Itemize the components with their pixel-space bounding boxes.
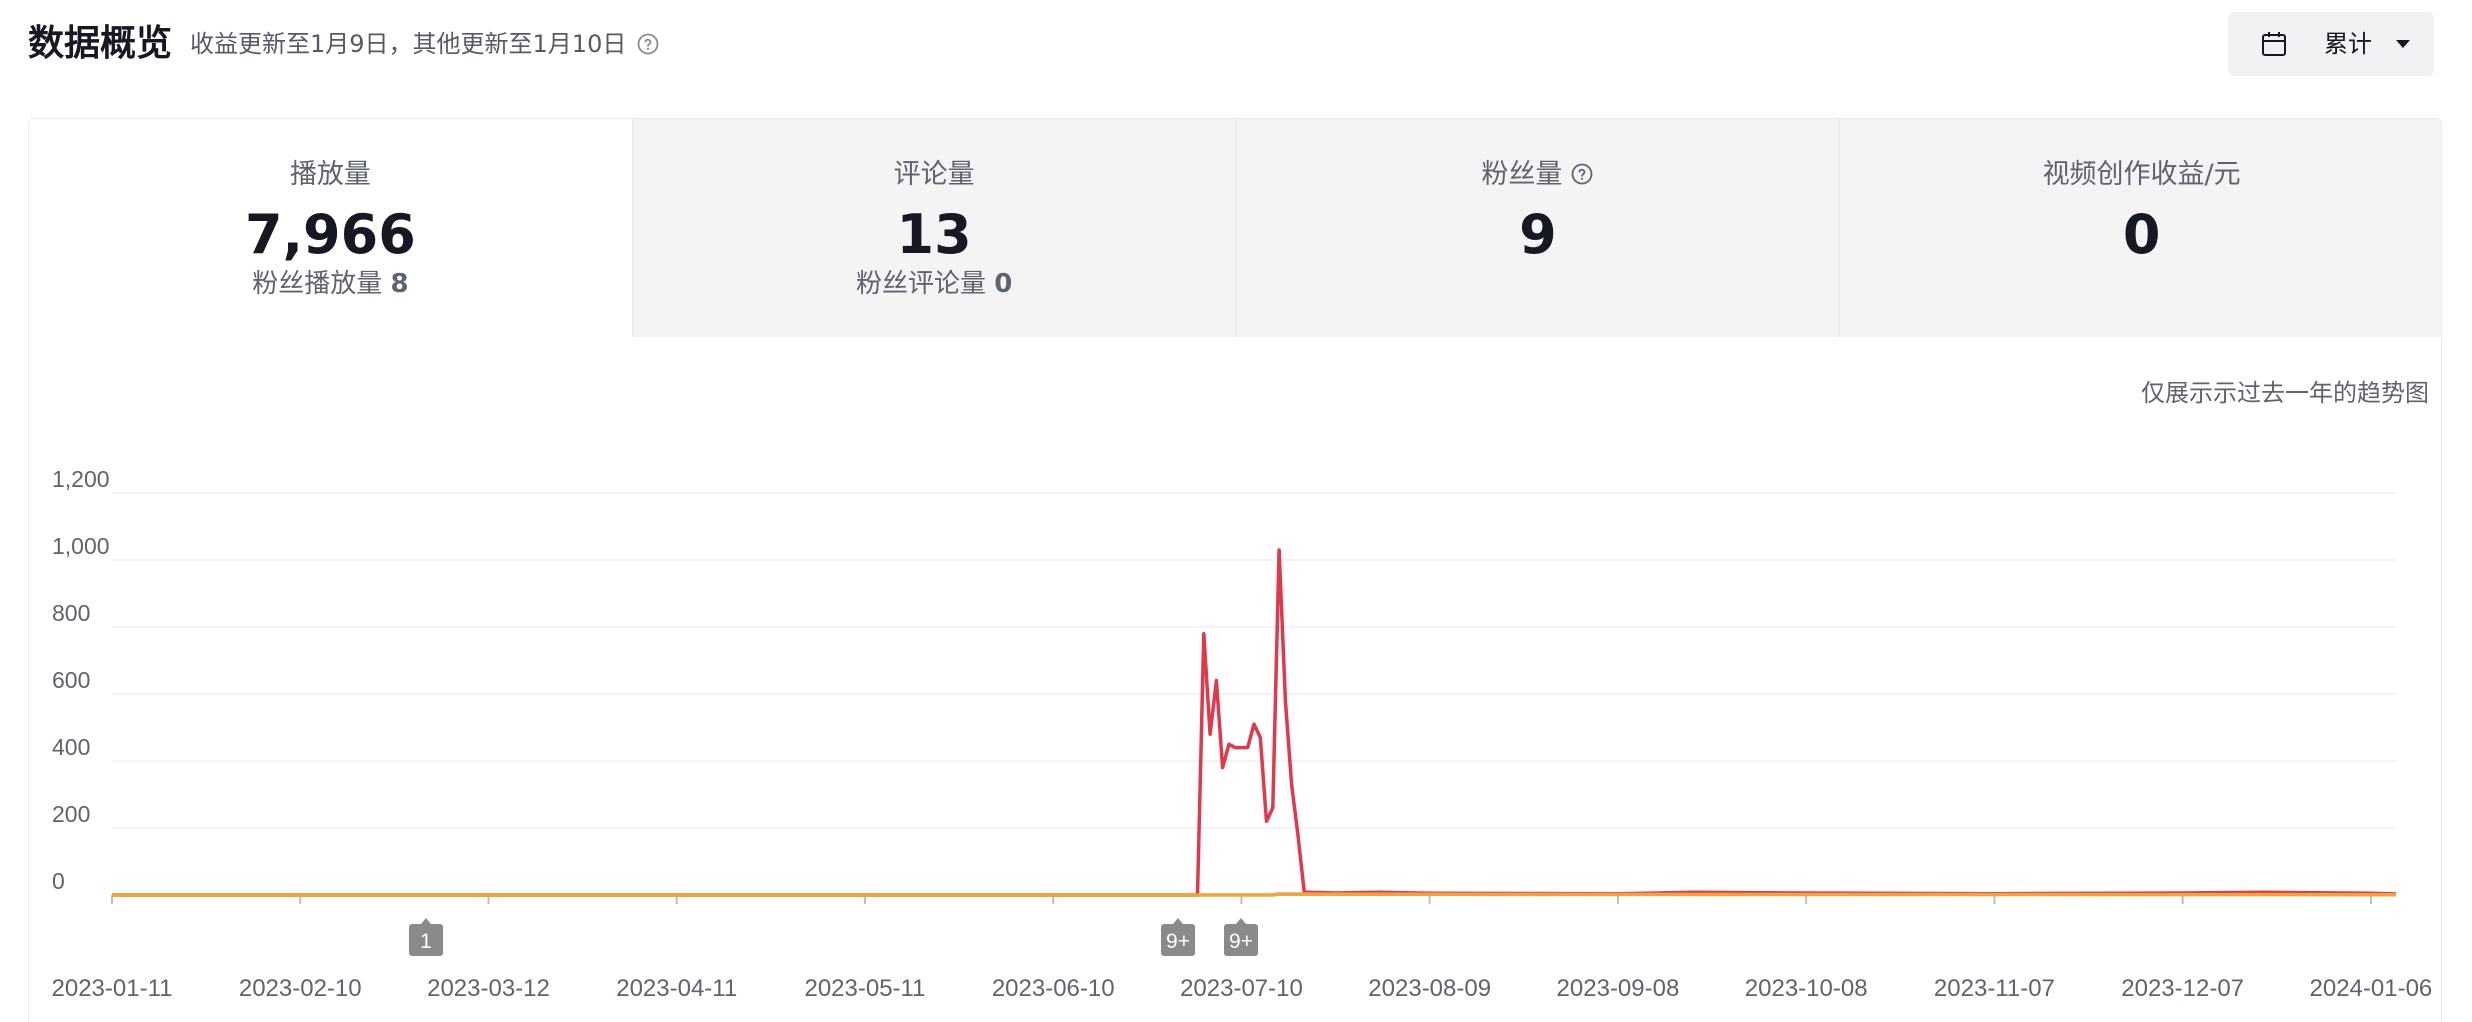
- trend-chart: 0 200 400 600 800 1,000 1,200 2023-01-11 2023-02…: [52, 466, 2433, 1002]
- y-tick-label: 1,000: [52, 533, 110, 559]
- event-marker-label: 9+: [1166, 930, 1190, 953]
- x-tick-label: 2024-01-06: [2310, 975, 2433, 1002]
- x-tick-label: 2023-04-11: [616, 975, 737, 1002]
- x-tick-label: 2023-05-11: [804, 975, 925, 1002]
- x-tick-label: 2023-03-12: [427, 975, 550, 1002]
- x-tick-label: 2023-10-08: [1745, 975, 1868, 1002]
- event-marker-label: 9+: [1229, 930, 1253, 953]
- y-tick-label: 200: [52, 801, 90, 827]
- x-tick-label: 2023-06-10: [992, 975, 1115, 1002]
- event-marker-label: 1: [420, 930, 432, 953]
- event-marker-pointer: [421, 918, 431, 924]
- x-tick-label: 2023-01-11: [52, 975, 173, 1002]
- y-tick-label: 400: [52, 734, 90, 760]
- series-line: [112, 548, 2397, 897]
- y-tick-label: 800: [52, 600, 90, 626]
- x-tick-label: 2023-02-10: [239, 975, 362, 1002]
- series-line: [112, 892, 2397, 897]
- x-tick-label: 2023-11-07: [1934, 975, 2055, 1002]
- x-tick-label: 2023-08-09: [1368, 975, 1491, 1002]
- x-tick-label: 2023-09-08: [1557, 975, 1680, 1002]
- event-marker-pointer: [1236, 918, 1246, 924]
- y-tick-label: 1,200: [52, 466, 110, 492]
- x-tick-label: 2023-07-10: [1180, 975, 1303, 1002]
- y-tick-label: 600: [52, 667, 90, 693]
- event-marker-pointer: [1173, 918, 1183, 924]
- y-tick-label: 0: [52, 868, 65, 894]
- x-tick-label: 2023-12-07: [2121, 975, 2244, 1002]
